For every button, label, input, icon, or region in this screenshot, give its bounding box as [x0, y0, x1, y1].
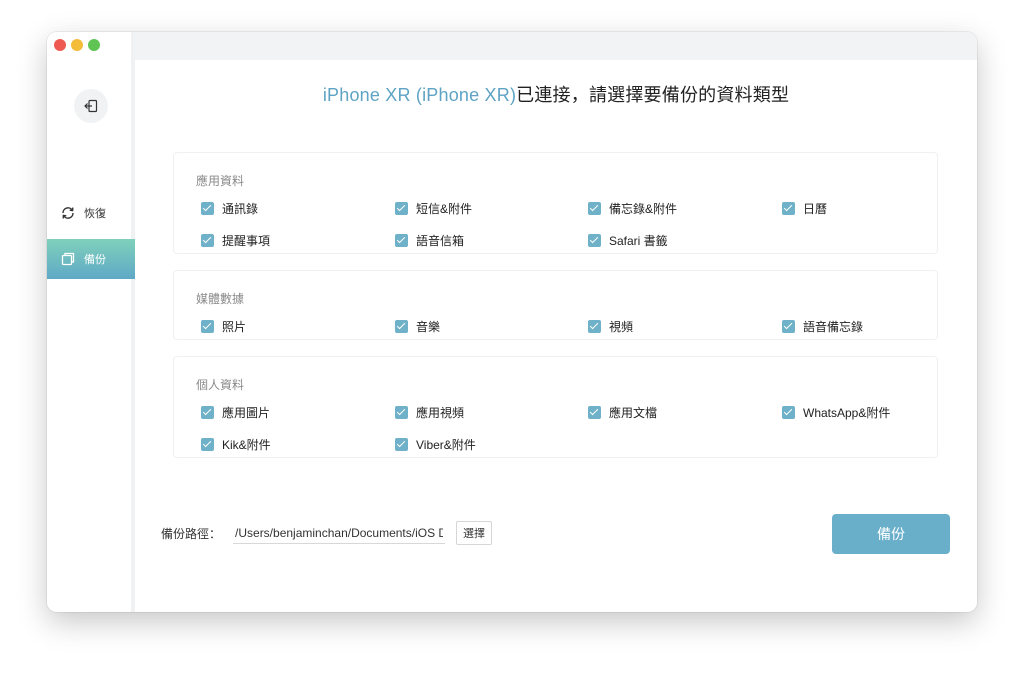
option-contacts[interactable]: 通訊錄 — [201, 200, 258, 217]
option-videos[interactable]: 視頻 — [588, 318, 633, 335]
section-title: 媒體數據 — [196, 292, 245, 306]
checkbox-checked[interactable] — [588, 202, 601, 215]
zoom-window-button[interactable] — [88, 39, 100, 51]
option-label: 短信&附件 — [416, 202, 473, 216]
section-title: 個人資料 — [196, 378, 245, 392]
option-label: Viber&附件 — [416, 438, 476, 452]
option-music[interactable]: 音樂 — [395, 318, 440, 335]
option-label: 音樂 — [416, 320, 441, 334]
option-reminders[interactable]: 提醒事項 — [201, 232, 270, 249]
checkbox-checked[interactable] — [395, 234, 408, 247]
section-title: 應用資料 — [196, 174, 245, 188]
checkbox-checked[interactable] — [201, 406, 214, 419]
option-label: 照片 — [222, 320, 247, 334]
checkbox-checked[interactable] — [782, 406, 795, 419]
option-app-videos[interactable]: 應用視頻 — [395, 404, 464, 421]
option-label: 語音信箱 — [416, 234, 465, 248]
checkbox-checked[interactable] — [395, 320, 408, 333]
option-label: WhatsApp&附件 — [803, 406, 891, 420]
checkbox-checked[interactable] — [201, 234, 214, 247]
exit-button[interactable] — [74, 89, 108, 123]
option-whatsapp[interactable]: WhatsApp&附件 — [782, 404, 890, 421]
option-label: 通訊錄 — [222, 202, 259, 216]
option-label: Kik&附件 — [222, 438, 271, 452]
checkbox-checked[interactable] — [201, 320, 214, 333]
section-media-data: 媒體數據 照片 音樂 視頻 語音備忘錄 — [173, 270, 938, 340]
close-window-button[interactable] — [54, 39, 66, 51]
option-label: 語音備忘錄 — [803, 320, 864, 334]
option-app-photos[interactable]: 應用圖片 — [201, 404, 270, 421]
checkbox-checked[interactable] — [588, 406, 601, 419]
checkbox-checked[interactable] — [395, 438, 408, 451]
backup-button[interactable]: 備份 — [832, 514, 950, 554]
backup-path-row: 備份路徑： 選擇 — [161, 521, 493, 545]
copy-icon — [60, 251, 76, 267]
option-messages[interactable]: 短信&附件 — [395, 200, 472, 217]
option-label: 應用視頻 — [416, 406, 465, 420]
main-panel: iPhone XR (iPhone XR)已連接，請選擇要備份的資料類型 全選 … — [135, 60, 977, 612]
title-bar — [47, 32, 977, 60]
option-label: 視頻 — [609, 320, 634, 334]
checkbox-checked[interactable] — [588, 234, 601, 247]
refresh-icon — [60, 205, 76, 221]
minimize-window-button[interactable] — [71, 39, 83, 51]
backup-path-input[interactable] — [233, 522, 446, 544]
sidebar-item-backup[interactable]: 備份 — [47, 239, 135, 279]
checkbox-checked[interactable] — [782, 320, 795, 333]
option-label: 應用圖片 — [222, 406, 271, 420]
device-name: iPhone XR (iPhone XR) — [322, 85, 517, 105]
option-photos[interactable]: 照片 — [201, 318, 246, 335]
checkbox-checked[interactable] — [201, 438, 214, 451]
option-label: 日曆 — [803, 202, 828, 216]
option-calendar[interactable]: 日曆 — [782, 200, 827, 217]
app-window: 恢復 備份 iPhone XR (iPhone XR)已連接，請選擇要備份的資料… — [47, 32, 977, 612]
option-voicemail[interactable]: 語音信箱 — [395, 232, 464, 249]
page-title-text: 已連接，請選擇要備份的資料類型 — [516, 85, 790, 105]
option-kik[interactable]: Kik&附件 — [201, 436, 271, 453]
checkbox-checked[interactable] — [395, 406, 408, 419]
sidebar-item-label: 恢復 — [84, 208, 106, 220]
checkbox-checked[interactable] — [782, 202, 795, 215]
backup-path-label: 備份路徑： — [161, 526, 222, 541]
sidebar-item-restore[interactable]: 恢復 — [47, 193, 135, 233]
option-app-documents[interactable]: 應用文檔 — [588, 404, 657, 421]
option-label: Safari 書籤 — [609, 234, 668, 248]
option-voice-memos[interactable]: 語音備忘錄 — [782, 318, 863, 335]
choose-path-button[interactable]: 選擇 — [456, 521, 493, 545]
option-label: 提醒事項 — [222, 234, 271, 248]
option-viber[interactable]: Viber&附件 — [395, 436, 476, 453]
section-personal-data: 個人資料 應用圖片 應用視頻 應用文檔 WhatsApp&附件 Kik&附件 V… — [173, 356, 938, 458]
page-title: iPhone XR (iPhone XR)已連接，請選擇要備份的資料類型 — [135, 81, 977, 107]
sidebar: 恢復 備份 — [47, 32, 135, 612]
exit-icon — [84, 99, 98, 113]
option-label: 應用文檔 — [609, 406, 658, 420]
option-safari-bookmarks[interactable]: Safari 書籤 — [588, 232, 668, 249]
option-label: 備忘錄&附件 — [609, 202, 678, 216]
checkbox-checked[interactable] — [201, 202, 214, 215]
sidebar-item-label: 備份 — [84, 254, 106, 266]
section-app-data: 應用資料 通訊錄 短信&附件 備忘錄&附件 日曆 提醒事項 語音信箱 Safar… — [173, 152, 938, 254]
option-notes[interactable]: 備忘錄&附件 — [588, 200, 677, 217]
checkbox-checked[interactable] — [588, 320, 601, 333]
checkbox-checked[interactable] — [395, 202, 408, 215]
